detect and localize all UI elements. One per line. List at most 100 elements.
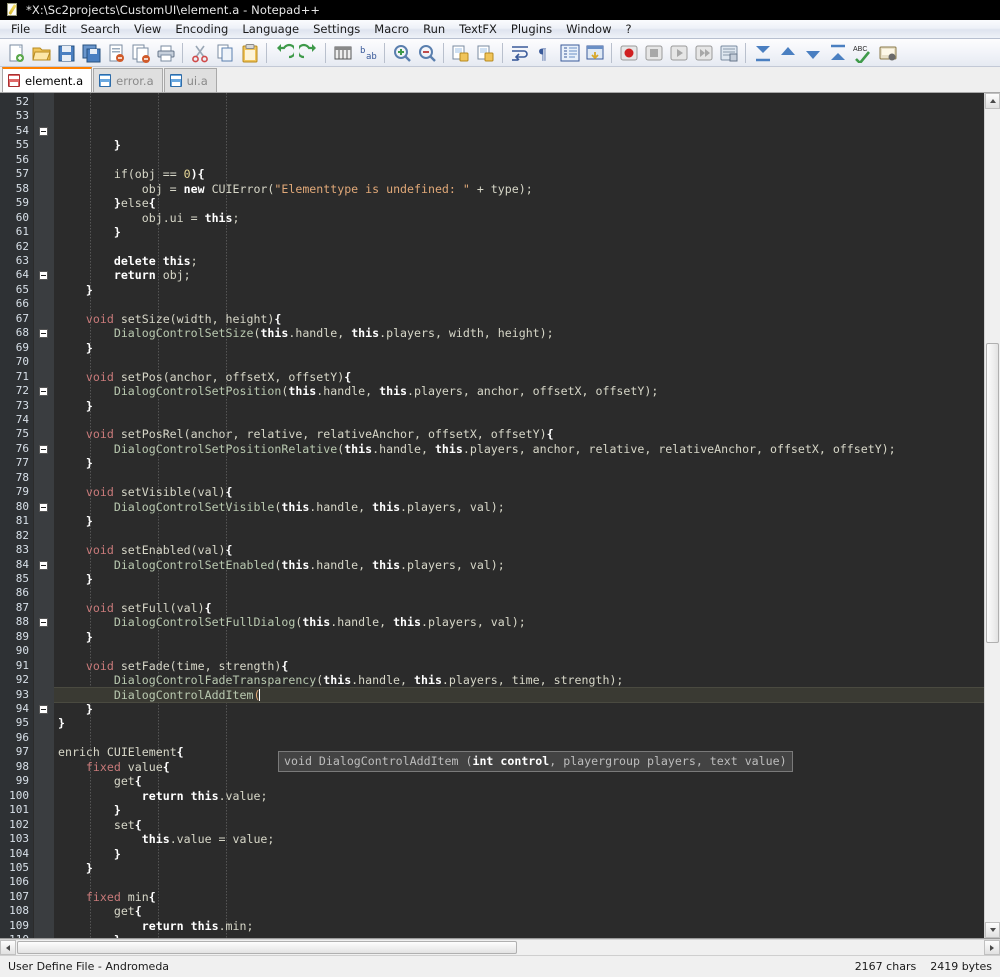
code-line[interactable]: obj.ui = this;	[54, 211, 1000, 225]
toolbar-run[interactable]	[875, 41, 900, 65]
toolbar-indent-guide[interactable]	[557, 41, 582, 65]
toolbar-play-multiple-macro[interactable]	[691, 41, 716, 65]
fold-toggle[interactable]	[34, 774, 54, 788]
fold-toggle[interactable]	[34, 904, 54, 918]
toolbar-expand-level[interactable]	[800, 41, 825, 65]
toolbar-save[interactable]	[53, 41, 78, 65]
code-line[interactable]: return this.min;	[54, 919, 1000, 933]
code-line[interactable]: delete this;	[54, 254, 1000, 268]
code-line[interactable]: }	[54, 716, 1000, 730]
code-line[interactable]: }	[54, 138, 1000, 152]
toolbar-new-file[interactable]	[3, 41, 28, 65]
code-line[interactable]: void setEnabled(val){	[54, 543, 1000, 557]
toolbar-zoom-out[interactable]	[414, 41, 439, 65]
toolbar-user-define-dialog[interactable]	[582, 41, 607, 65]
tab-element-a[interactable]: element.a	[2, 67, 93, 92]
toolbar-word-wrap[interactable]	[507, 41, 532, 65]
code-line[interactable]: set{	[54, 818, 1000, 832]
fold-toggle[interactable]	[34, 847, 54, 861]
code-line[interactable]: fixed min{	[54, 890, 1000, 904]
code-line[interactable]: }	[54, 803, 1000, 817]
code-line[interactable]: }	[54, 225, 1000, 239]
code-line[interactable]	[54, 731, 1000, 745]
toolbar-cut[interactable]	[187, 41, 212, 65]
toolbar-spellcheck[interactable]: ABC	[850, 41, 875, 65]
fold-toggle[interactable]	[34, 861, 54, 875]
code-line[interactable]: }	[54, 702, 1000, 716]
toolbar-zoom-in[interactable]	[389, 41, 414, 65]
code-line[interactable]: DialogControlSetPosition(this.handle, th…	[54, 384, 1000, 398]
code-line[interactable]: DialogControlSetEnabled(this.handle, thi…	[54, 558, 1000, 572]
toolbar-sync-vertical-scroll[interactable]	[448, 41, 473, 65]
fold-collapse-icon[interactable]	[39, 329, 48, 339]
code-line[interactable]: }	[54, 341, 1000, 355]
menu-item-file[interactable]: File	[4, 20, 37, 38]
code-line[interactable]: }	[54, 283, 1000, 297]
toolbar-sync-horizontal-scroll[interactable]	[473, 41, 498, 65]
code-line[interactable]: }else{	[54, 196, 1000, 210]
toolbar-paste[interactable]	[237, 41, 262, 65]
fold-toggle[interactable]	[34, 500, 54, 514]
code-line[interactable]: if(obj == 0){	[54, 167, 1000, 181]
code-line[interactable]: return this.value;	[54, 789, 1000, 803]
code-line[interactable]: void setFade(time, strength){	[54, 659, 1000, 673]
fold-toggle[interactable]	[34, 702, 54, 716]
fold-collapse-icon[interactable]	[39, 560, 48, 570]
fold-collapse-icon[interactable]	[39, 387, 48, 397]
code-line[interactable]: DialogControlSetVisible(this.handle, thi…	[54, 500, 1000, 514]
code-line[interactable]: return obj;	[54, 268, 1000, 282]
code-line[interactable]: DialogControlAddItem(	[54, 686, 1000, 704]
code-line[interactable]: }	[54, 847, 1000, 861]
toolbar-collapse-all[interactable]	[750, 41, 775, 65]
menu-item-macro[interactable]: Macro	[367, 20, 416, 38]
code-line[interactable]: }	[54, 630, 1000, 644]
code-line[interactable]: void setVisible(val){	[54, 485, 1000, 499]
code-line[interactable]: }	[54, 514, 1000, 528]
code-line[interactable]: DialogControlSetSize(this.handle, this.p…	[54, 326, 1000, 340]
code-line[interactable]: }	[54, 399, 1000, 413]
toolbar-close-file[interactable]	[103, 41, 128, 65]
code-line[interactable]	[54, 297, 1000, 311]
code-line[interactable]: this.value = value;	[54, 832, 1000, 846]
code-line[interactable]	[54, 240, 1000, 254]
tab-ui-a[interactable]: ui.a	[163, 68, 217, 92]
code-line[interactable]	[54, 875, 1000, 889]
code-line[interactable]	[54, 413, 1000, 427]
scroll-down-button[interactable]	[985, 922, 1000, 938]
fold-toggle[interactable]	[34, 326, 54, 340]
toolbar-collapse-level[interactable]	[775, 41, 800, 65]
horizontal-scrollbar[interactable]	[0, 939, 1000, 955]
fold-toggle[interactable]	[34, 268, 54, 282]
menu-item-plugins[interactable]: Plugins	[504, 20, 559, 38]
menu-item-help[interactable]: ?	[618, 20, 638, 38]
menu-item-window[interactable]: Window	[559, 20, 618, 38]
code-line[interactable]: obj = new CUIError("Elementtype is undef…	[54, 182, 1000, 196]
code-line[interactable]	[54, 153, 1000, 167]
fold-toggle[interactable]	[34, 124, 54, 138]
scroll-left-button[interactable]	[0, 940, 16, 955]
horizontal-scroll-thumb[interactable]	[17, 941, 517, 954]
fold-toggle[interactable]	[34, 716, 54, 730]
toolbar-redo[interactable]	[296, 41, 321, 65]
toolbar-save-macro[interactable]	[716, 41, 741, 65]
fold-collapse-icon[interactable]	[39, 271, 48, 281]
scroll-up-button[interactable]	[985, 93, 1000, 109]
menu-item-textfx[interactable]: TextFX	[452, 20, 504, 38]
menu-item-edit[interactable]: Edit	[37, 20, 73, 38]
menu-item-search[interactable]: Search	[74, 20, 128, 38]
fold-toggle[interactable]	[34, 558, 54, 572]
toolbar-print[interactable]	[153, 41, 178, 65]
code-line[interactable]: }	[54, 456, 1000, 470]
toolbar-expand-all[interactable]	[825, 41, 850, 65]
toolbar-replace[interactable]: b ab	[355, 41, 380, 65]
menu-item-view[interactable]: View	[127, 20, 168, 38]
code-line[interactable]: DialogControlSetFullDialog(this.handle, …	[54, 615, 1000, 629]
fold-toggle[interactable]	[34, 731, 54, 745]
code-line[interactable]: void setFull(val){	[54, 601, 1000, 615]
code-line[interactable]: DialogControlSetPositionRelative(this.ha…	[54, 442, 1000, 456]
scroll-right-button[interactable]	[984, 940, 1000, 955]
toolbar-record-macro[interactable]	[616, 41, 641, 65]
code-line[interactable]	[54, 471, 1000, 485]
fold-collapse-icon[interactable]	[39, 618, 48, 628]
fold-toggle[interactable]	[34, 615, 54, 629]
